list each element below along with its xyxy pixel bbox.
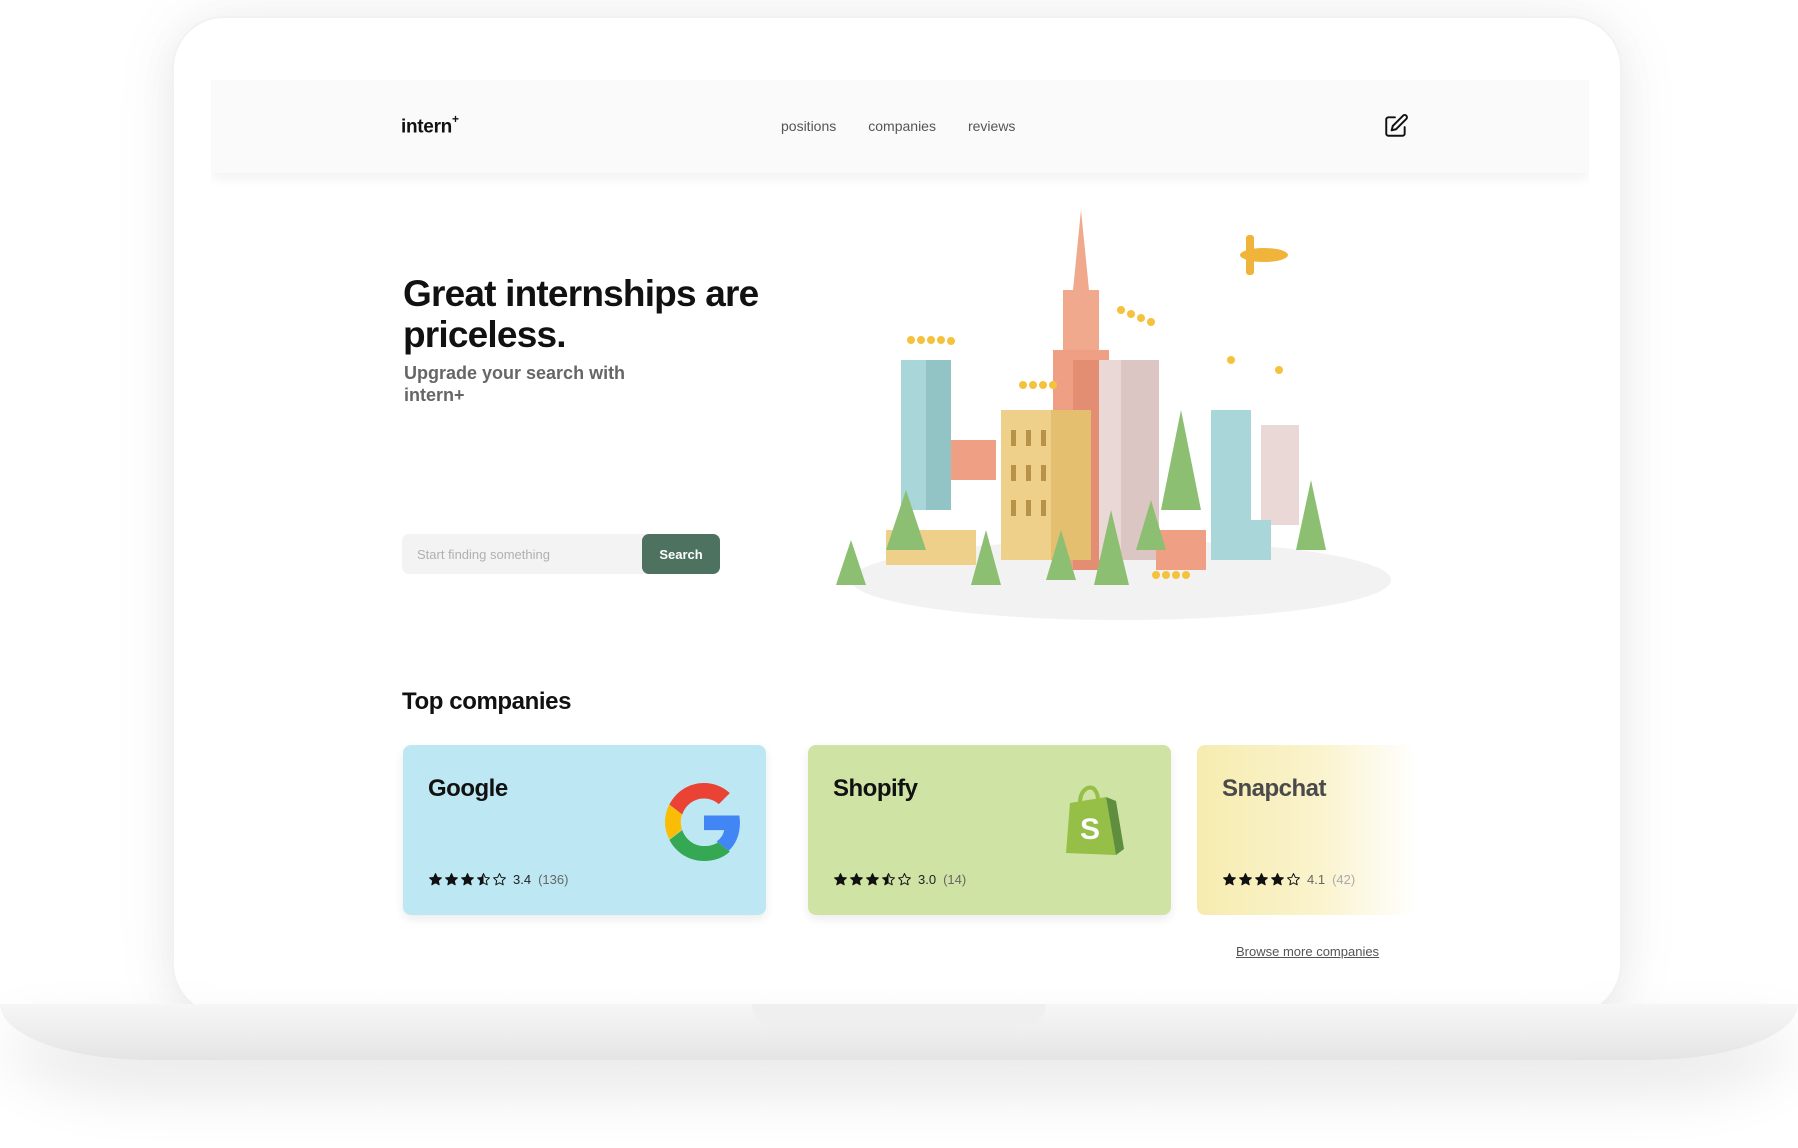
star-icon — [834, 873, 847, 886]
review-count: (42) — [1332, 872, 1356, 887]
brand-plus: + — [451, 112, 459, 126]
nav-positions[interactable]: positions — [781, 118, 836, 134]
star-icon — [1255, 873, 1268, 886]
star-icon — [493, 873, 506, 886]
svg-text:S: S — [1080, 813, 1100, 846]
top-companies-title: Top companies — [402, 688, 572, 715]
company-name: Shopify — [833, 775, 918, 802]
star-icon — [882, 873, 895, 886]
star-icon — [1239, 873, 1252, 886]
shopify-logo-icon: S — [1066, 785, 1124, 855]
hero-title: Great internships are priceless. — [403, 273, 759, 355]
review-count: (14) — [943, 872, 967, 887]
search-input[interactable] — [402, 534, 650, 574]
company-rating: 3.4 (136) — [428, 872, 568, 887]
company-rating: 3.0 (14) — [833, 872, 966, 887]
rating-value: 3.4 — [513, 872, 532, 887]
browse-more-companies-link[interactable]: Browse more companies — [1236, 944, 1379, 959]
nav-reviews[interactable]: reviews — [968, 118, 1015, 134]
star-rating — [833, 872, 912, 887]
star-icon — [477, 873, 490, 886]
laptop-notch — [752, 1004, 1046, 1026]
rating-value: 4.1 — [1307, 872, 1326, 887]
main-nav: positions companies reviews — [781, 118, 1015, 134]
star-icon — [1287, 873, 1300, 886]
rating-value: 3.0 — [918, 872, 937, 887]
star-rating — [428, 872, 507, 887]
write-review-button[interactable] — [1383, 113, 1409, 139]
star-icon — [850, 873, 863, 886]
hero-subtitle: Upgrade your search with intern+ — [404, 363, 626, 405]
star-rating — [1222, 872, 1301, 887]
star-icon — [429, 873, 442, 886]
hero-search: Search — [402, 534, 720, 574]
star-icon — [1271, 873, 1284, 886]
search-button[interactable]: Search — [642, 534, 720, 574]
company-name: Google — [428, 775, 508, 802]
edit-icon — [1385, 114, 1408, 137]
brand-name: intern — [401, 116, 452, 138]
city-illustration — [836, 210, 1391, 620]
star-icon — [445, 873, 458, 886]
google-logo-icon — [665, 783, 740, 861]
app-screen: intern+ positions companies reviews Grea… — [211, 80, 1589, 988]
star-icon — [461, 873, 474, 886]
company-rating: 4.1 (42) — [1222, 872, 1355, 887]
star-icon — [1223, 873, 1236, 886]
company-name: Snapchat — [1222, 775, 1327, 802]
star-icon — [866, 873, 879, 886]
top-navbar: intern+ positions companies reviews — [211, 80, 1589, 173]
nav-companies[interactable]: companies — [868, 118, 936, 134]
star-icon — [898, 873, 911, 886]
company-card-snapchat[interactable]: Snapchat 4.1 (42) — [1197, 745, 1417, 915]
brand-logo[interactable]: intern+ — [401, 112, 459, 138]
company-card-shopify[interactable]: Shopify S 3.0 (14) — [808, 745, 1171, 915]
review-count: (136) — [538, 872, 569, 887]
company-card-google[interactable]: Google 3.4 (136) — [403, 745, 766, 915]
